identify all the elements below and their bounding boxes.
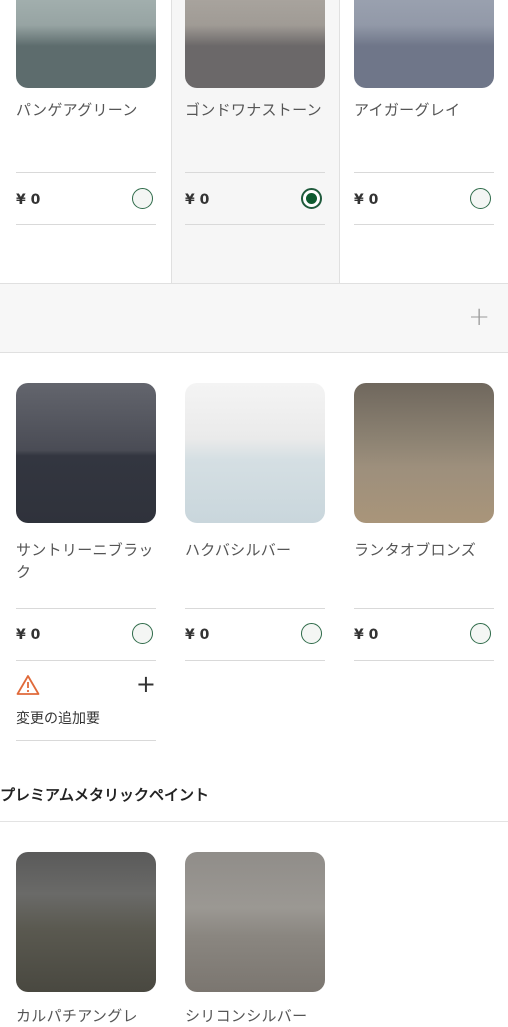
divider [354,608,494,609]
color-swatch[interactable] [185,852,325,992]
price: ¥ 0 [16,192,41,208]
color-swatch[interactable] [354,0,494,88]
divider [185,660,325,661]
color-radio[interactable] [470,623,491,644]
color-swatch[interactable] [16,852,156,992]
color-radio[interactable] [132,623,153,644]
color-name: ゴンドワナストーン [185,101,322,119]
color-name: アイガーグレイ [354,101,461,119]
color-name: サントリーニブラック [16,541,154,581]
divider [354,660,494,661]
panel-divider [171,0,172,284]
color-name: ハクバシルバー [185,541,292,559]
divider [16,224,156,225]
price: ¥ 0 [354,192,379,208]
color-swatch[interactable] [16,383,156,523]
divider [354,172,494,173]
warning-icon [16,674,40,700]
color-swatch[interactable] [354,383,494,523]
divider [354,224,494,225]
color-swatch[interactable] [185,0,325,88]
options-expander[interactable]: + [0,283,508,353]
price: ¥ 0 [16,627,41,643]
divider [16,660,156,661]
price: ¥ 0 [185,192,210,208]
color-radio-selected[interactable] [301,188,322,209]
panel-divider [339,0,340,284]
color-name: パンゲアグリーン [16,101,138,119]
section-divider [0,821,508,822]
divider [16,172,156,173]
color-swatch[interactable] [185,383,325,523]
divider [185,172,325,173]
divider [16,608,156,609]
price: ¥ 0 [185,627,210,643]
color-radio[interactable] [132,188,153,209]
divider [16,740,156,741]
color-radio[interactable] [470,188,491,209]
plus-icon[interactable]: + [468,302,490,332]
color-radio[interactable] [301,623,322,644]
change-warning: + 変更の追加要 [16,670,156,742]
price: ¥ 0 [354,627,379,643]
color-name: ランタオブロンズ [354,541,477,559]
divider [185,224,325,225]
color-swatch[interactable] [16,0,156,88]
warning-text: 変更の追加要 [16,711,100,727]
divider [185,608,325,609]
section-title: プレミアムメタリックペイント [0,786,209,804]
add-change-button[interactable]: + [136,670,156,698]
